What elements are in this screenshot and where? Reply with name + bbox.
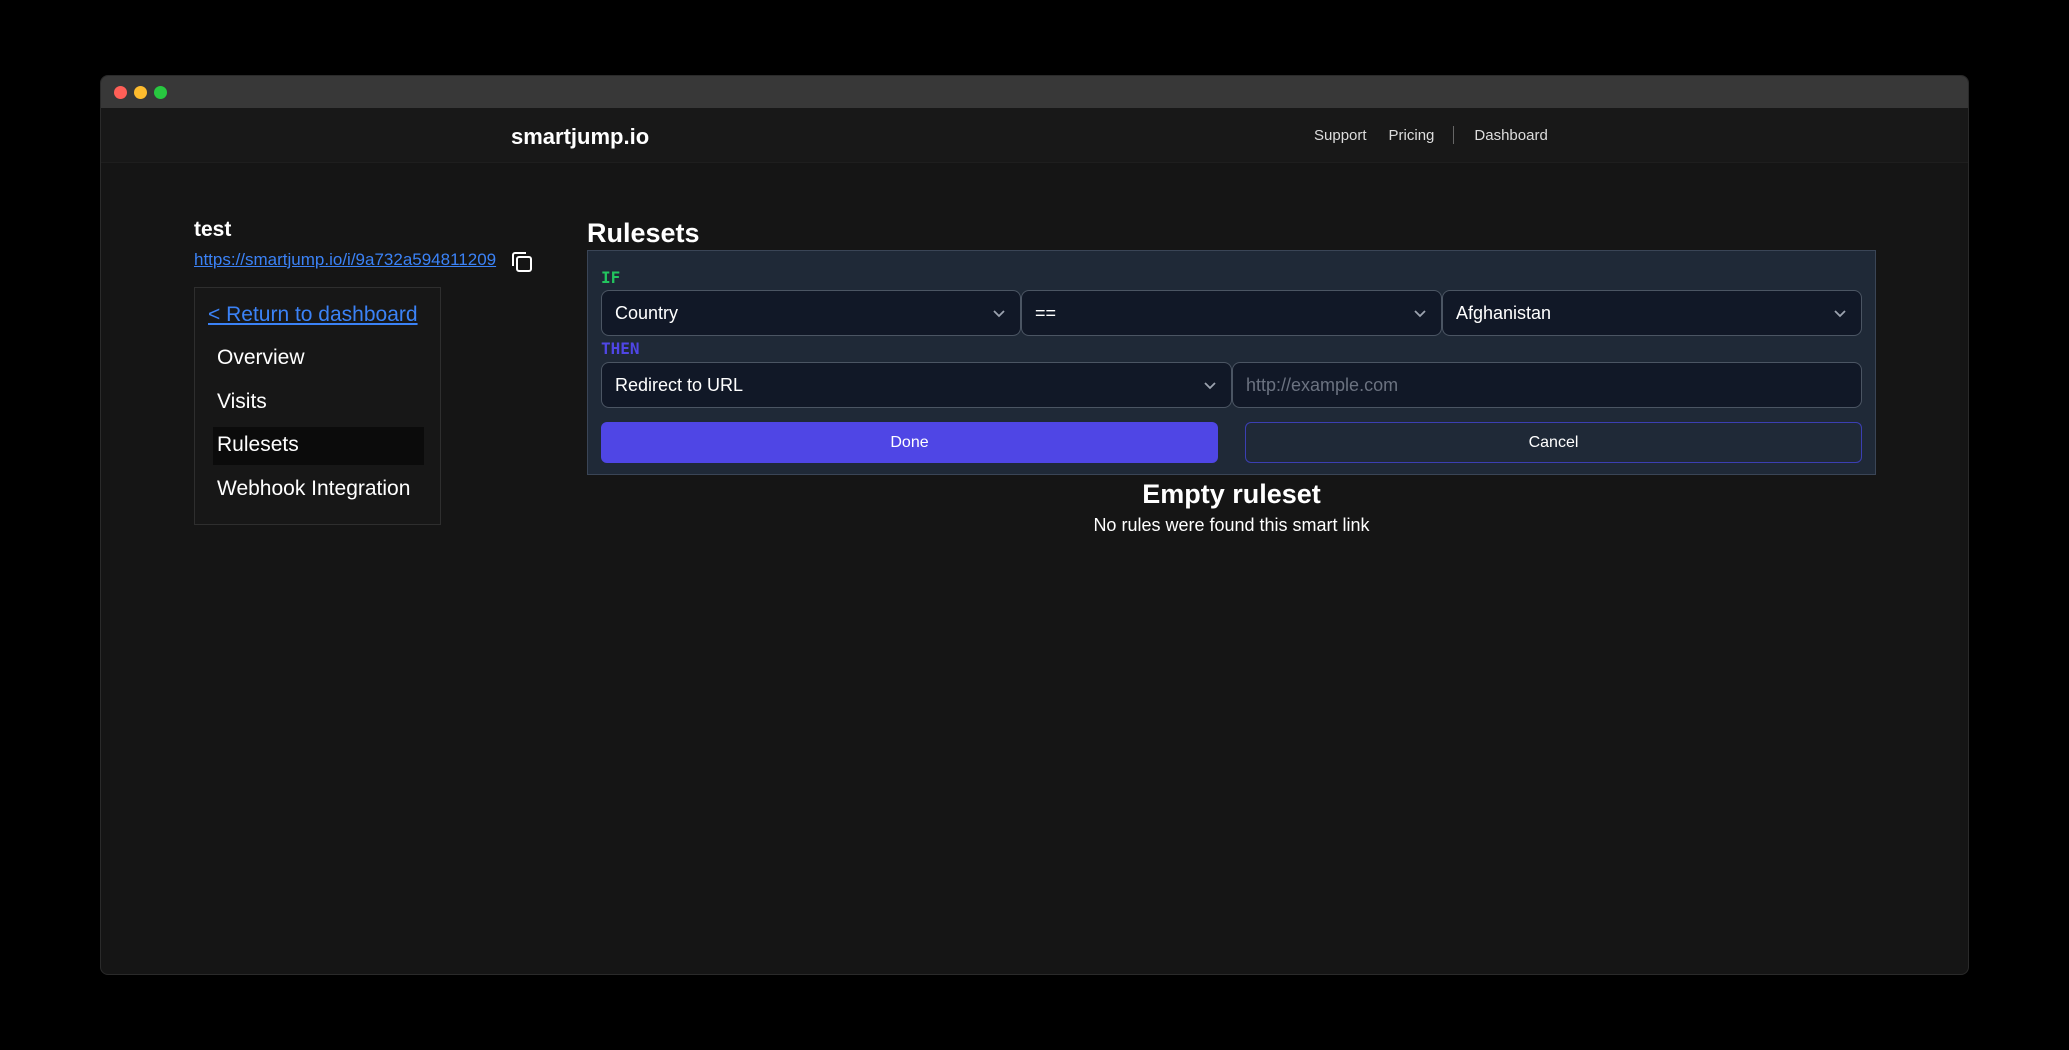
condition-operator-select[interactable]: == — [1021, 290, 1442, 336]
sidebar-item-rulesets[interactable]: Rulesets — [213, 427, 424, 465]
zoom-window-button[interactable] — [154, 86, 167, 99]
sidebar-item-overview[interactable]: Overview — [213, 340, 424, 378]
sidebar-item-webhook-integration[interactable]: Webhook Integration — [213, 471, 424, 509]
top-navbar: smartjump.io Support Pricing Dashboard — [101, 108, 1968, 163]
action-value: Redirect to URL — [615, 375, 744, 395]
rule-editor-card: IF Country == Afghanistan THEN Redirect … — [587, 250, 1876, 475]
chevron-down-icon — [993, 310, 1005, 318]
sidebar-item-visits[interactable]: Visits — [213, 384, 424, 422]
minimize-window-button[interactable] — [134, 86, 147, 99]
smart-link-url[interactable]: https://smartjump.io/i/9a732a594811209 — [194, 250, 496, 270]
chevron-down-icon — [1834, 310, 1846, 318]
chevron-down-icon — [1414, 310, 1426, 318]
page-content: test https://smartjump.io/i/9a732a594811… — [101, 163, 1968, 974]
action-select[interactable]: Redirect to URL — [601, 362, 1232, 408]
then-keyword: THEN — [601, 339, 640, 358]
condition-value-value: Afghanistan — [1456, 303, 1552, 323]
empty-state-subtitle: No rules were found this smart link — [1093, 515, 1370, 535]
window-titlebar — [101, 76, 1968, 108]
nav-dashboard-link[interactable]: Dashboard — [1474, 127, 1547, 144]
brand-logo[interactable]: smartjump.io — [511, 124, 649, 150]
page-title: Rulesets — [587, 218, 700, 248]
chevron-down-icon — [1204, 382, 1216, 390]
browser-window: smartjump.io Support Pricing Dashboard t… — [100, 75, 1969, 975]
redirect-url-input[interactable] — [1232, 362, 1862, 408]
smart-link-title: test — [194, 218, 232, 241]
cancel-button[interactable]: Cancel — [1245, 422, 1862, 463]
copy-icon[interactable] — [509, 248, 535, 274]
condition-field-value: Country — [615, 303, 679, 323]
close-window-button[interactable] — [114, 86, 127, 99]
empty-state-title: Empty ruleset — [1142, 479, 1321, 509]
condition-value-select[interactable]: Afghanistan — [1442, 290, 1862, 336]
return-to-dashboard-link[interactable]: < Return to dashboard — [208, 303, 418, 327]
condition-field-select[interactable]: Country — [601, 290, 1021, 336]
condition-operator-value: == — [1035, 303, 1057, 323]
link-sidebar: < Return to dashboard Overview Visits Ru… — [194, 287, 441, 525]
nav-pricing-link[interactable]: Pricing — [1389, 127, 1435, 144]
nav-divider — [1453, 126, 1455, 144]
if-keyword: IF — [601, 268, 621, 287]
nav-support-link[interactable]: Support — [1314, 127, 1367, 144]
done-button[interactable]: Done — [601, 422, 1218, 463]
nav-links: Support Pricing Dashboard — [1314, 126, 1548, 144]
